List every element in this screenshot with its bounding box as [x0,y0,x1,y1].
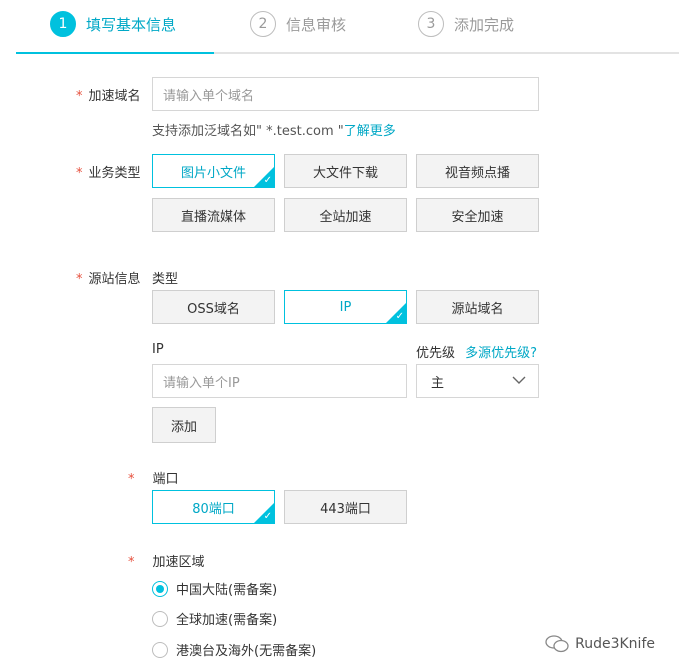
business-option-security[interactable]: 安全加速 [416,198,539,232]
domain-input[interactable]: 请输入单个域名 [152,77,539,111]
origin-type-oss[interactable]: OSS域名 [152,290,275,324]
chevron-down-icon [512,376,526,384]
active-step-indicator [16,52,214,54]
radio-icon [152,610,168,627]
step-2: 2 信息审核 [250,10,346,38]
business-option-large-file-download[interactable]: 大文件下载 [284,154,407,188]
step-number: 2 [250,11,276,37]
step-number: 1 [50,11,76,37]
check-icon: ✓ [263,511,272,522]
required-mark: * [76,272,83,287]
origin-type-ip[interactable]: IP ✓ [284,290,407,324]
business-type-label: * 业务类型 [76,166,141,181]
step-label: 添加完成 [454,15,515,34]
check-icon: ✓ [395,311,404,322]
required-mark: * [128,555,135,570]
wechat-icon [545,635,569,653]
business-option-live-streaming[interactable]: 直播流媒体 [152,198,275,232]
check-icon: ✓ [263,175,272,186]
priority-select[interactable]: 主 [416,364,539,398]
priority-label: 优先级 多源优先级? [416,346,538,361]
ip-input[interactable]: 请输入单个IP [152,364,407,398]
business-option-vod[interactable]: 视音频点播 [416,154,539,188]
steps-bar: 1 填写基本信息 2 信息审核 3 添加完成 [16,0,679,54]
region-label: * 加速区域 [128,555,205,570]
required-mark: * [76,89,83,104]
add-ip-button[interactable]: 添加 [152,407,216,443]
port-option-80[interactable]: 80端口 ✓ [152,490,275,524]
region-option-global[interactable]: 全球加速(需备案) [152,609,277,628]
origin-type-label: 类型 [152,272,179,287]
required-mark: * [128,472,135,487]
domain-label: * 加速域名 [76,89,141,104]
origin-type-domain[interactable]: 源站域名 [416,290,539,324]
step-label: 填写基本信息 [86,15,177,34]
radio-icon [152,641,168,658]
business-option-image-small-file[interactable]: 图片小文件 ✓ [152,154,275,188]
watermark: Rude3Knife [545,635,655,653]
domain-hint: 支持添加泛域名如" *.test.com "了解更多 [152,124,396,139]
learn-more-link[interactable]: 了解更多 [344,124,396,139]
step-3: 3 添加完成 [418,10,514,38]
port-option-443[interactable]: 443端口 [284,490,407,524]
radio-icon [152,580,168,597]
step-label: 信息审核 [286,15,347,34]
multi-origin-priority-link[interactable]: 多源优先级? [465,346,537,361]
step-1: 1 填写基本信息 [50,10,176,38]
business-option-full-site[interactable]: 全站加速 [284,198,407,232]
port-label: * 端口 [128,472,179,487]
required-mark: * [76,166,83,181]
region-option-overseas[interactable]: 港澳台及海外(无需备案) [152,640,316,659]
region-option-mainland[interactable]: 中国大陆(需备案) [152,579,277,598]
step-number: 3 [418,11,444,37]
origin-label: * 源站信息 [76,272,141,287]
ip-label: IP [152,342,164,357]
